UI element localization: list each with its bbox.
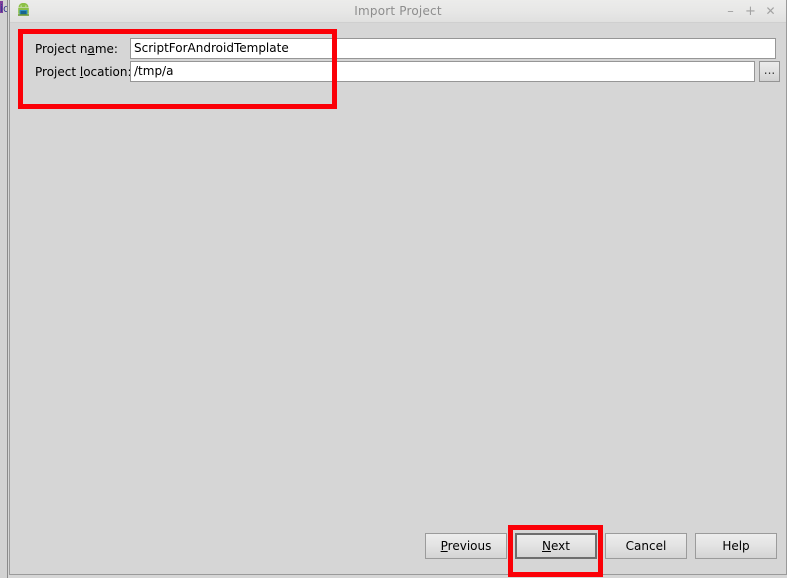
project-location-label: Project location: [35, 61, 132, 83]
background-window-sliver[interactable]: id [0, 0, 8, 578]
dialog-button-bar: Previous Next Cancel Help [425, 533, 777, 559]
button-mnemonic: P [440, 539, 448, 553]
project-name-input[interactable]: ScriptForAndroidTemplate [130, 38, 776, 59]
cancel-button[interactable]: Cancel [605, 533, 687, 559]
import-project-dialog: Import Project – + ✕ Project name: Scrip… [9, 0, 787, 575]
label-text-after: ocation: [83, 65, 132, 79]
button-mnemonic: N [542, 539, 551, 553]
browse-folder-button[interactable]: ... [759, 61, 780, 82]
project-location-input[interactable]: /tmp/a [130, 61, 755, 82]
close-icon[interactable]: ✕ [763, 4, 778, 19]
project-form: Project name: ScriptForAndroidTemplate P… [10, 23, 786, 103]
project-name-row: Project name: ScriptForAndroidTemplate [10, 38, 786, 60]
dialog-titlebar[interactable]: Import Project – + ✕ [10, 0, 786, 23]
label-text-after: me: [94, 42, 118, 56]
dialog-content: Project name: ScriptForAndroidTemplate P… [10, 23, 786, 573]
desktop-background: id Import Project – + ✕ Project name: Sc… [0, 0, 787, 578]
background-window-title: id [0, 2, 7, 15]
label-mnemonic: a [87, 42, 95, 56]
project-name-label: Project name: [35, 38, 118, 60]
button-text-after: revious [447, 539, 492, 553]
dialog-title: Import Project [354, 4, 442, 18]
button-text-before: Help [722, 539, 750, 553]
previous-button[interactable]: Previous [425, 533, 507, 559]
label-text-before: Project [35, 65, 80, 79]
next-button[interactable]: Next [515, 533, 597, 559]
label-text-before: Project n [35, 42, 88, 56]
help-button[interactable]: Help [695, 533, 777, 559]
project-location-row: Project location: /tmp/a ... [10, 61, 786, 83]
maximize-icon[interactable]: + [743, 4, 758, 19]
minimize-icon[interactable]: – [723, 4, 738, 19]
button-text-after: ext [551, 539, 570, 553]
button-text-before: Cancel [625, 539, 667, 553]
